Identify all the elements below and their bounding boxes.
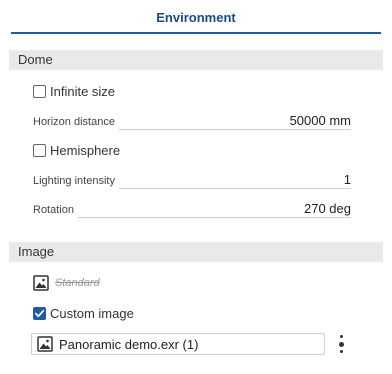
vertical-ellipsis-icon[interactable] <box>336 335 346 353</box>
lighting-intensity-label: Lighting intensity <box>33 175 115 187</box>
checkbox-box[interactable] <box>33 84 46 98</box>
horizon-distance-label: Horizon distance <box>33 116 115 128</box>
lighting-intensity-input[interactable] <box>118 171 351 189</box>
dot <box>338 341 344 347</box>
image-icon <box>37 336 53 352</box>
infinite-size-checkbox[interactable]: Infinite size <box>33 82 115 100</box>
checkbox-box[interactable] <box>33 143 46 157</box>
section-header-image: Image <box>9 242 383 262</box>
title-underline <box>11 32 381 34</box>
rotation-row: Rotation <box>33 200 351 218</box>
custom-image-file-field[interactable]: Panoramic demo.exr (1) <box>31 333 325 355</box>
infinite-size-label: Infinite size <box>50 83 116 99</box>
custom-image-label: Custom image <box>50 305 134 321</box>
checkbox-box[interactable] <box>33 306 46 320</box>
rotation-label: Rotation <box>33 204 74 216</box>
section-header-dome: Dome <box>9 50 383 70</box>
file-name: Panoramic demo.exr (1) <box>59 336 199 352</box>
horizon-distance-row: Horizon distance <box>33 112 351 130</box>
hemisphere-label: Hemisphere <box>50 142 121 158</box>
lighting-intensity-row: Lighting intensity <box>33 171 351 189</box>
standard-image-option[interactable]: Standard <box>33 275 100 291</box>
custom-image-checkbox[interactable]: Custom image <box>33 304 134 322</box>
rotation-input[interactable] <box>77 200 351 218</box>
horizon-distance-input[interactable] <box>118 112 351 130</box>
panel-title: Environment <box>156 10 236 25</box>
image-icon <box>33 275 49 291</box>
hemisphere-checkbox[interactable]: Hemisphere <box>33 141 120 159</box>
standard-image-label: Standard <box>55 277 100 289</box>
checkmark-icon <box>34 309 45 317</box>
dot <box>339 335 343 338</box>
dot <box>339 350 343 353</box>
